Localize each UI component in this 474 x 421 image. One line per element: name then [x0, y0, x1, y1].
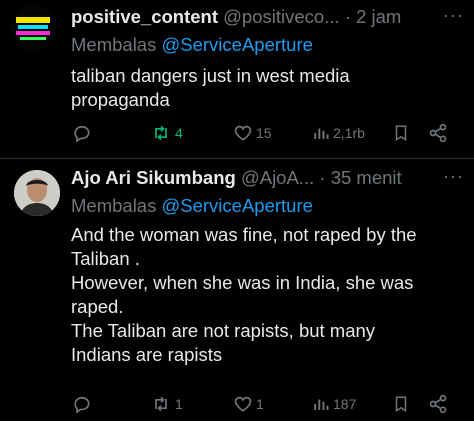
views-button[interactable]: 187: [312, 392, 356, 416]
handle[interactable]: @positiveco...: [223, 6, 339, 27]
views-button[interactable]: 2,1rb: [312, 121, 365, 145]
like-icon: [233, 123, 253, 143]
reply-context: Membalas @ServiceAperture: [71, 34, 313, 56]
tweet-text: And the woman was fine, not raped by the…: [71, 224, 417, 365]
avatar[interactable]: [10, 5, 56, 51]
retweet-count: 4: [175, 125, 183, 141]
retweet-icon: [150, 123, 172, 143]
tweet-actions: 1 1 187: [0, 392, 474, 416]
reply-button[interactable]: [72, 121, 92, 145]
like-button[interactable]: 1: [233, 392, 264, 416]
retweet-icon: [150, 394, 172, 414]
display-name[interactable]: positive_content: [71, 6, 218, 27]
like-count: 1: [256, 396, 264, 412]
tweet-text: taliban dangers just in west media propa…: [71, 65, 350, 110]
like-count: 15: [256, 125, 272, 141]
timestamp[interactable]: 35 menit: [331, 167, 402, 188]
reply-button[interactable]: [72, 392, 92, 416]
reply-prefix: Membalas: [71, 34, 162, 55]
more-icon[interactable]: ···: [443, 5, 464, 26]
reply-mention[interactable]: @ServiceAperture: [161, 34, 312, 55]
tweet-divider: [0, 158, 474, 159]
retweet-button[interactable]: 1: [150, 392, 183, 416]
timestamp[interactable]: 2 jam: [356, 6, 401, 27]
views-count: 187: [333, 396, 357, 412]
reply-prefix: Membalas: [71, 195, 162, 216]
share-button[interactable]: [428, 121, 448, 145]
separator: ·: [344, 6, 351, 27]
views-icon: [312, 123, 330, 143]
retweet-button[interactable]: 4: [150, 121, 183, 145]
share-button[interactable]: [428, 392, 448, 416]
like-button[interactable]: 15: [233, 121, 272, 145]
reply-icon: [72, 394, 92, 414]
handle[interactable]: @AjoA...: [241, 167, 314, 188]
bookmark-icon: [392, 394, 410, 414]
avatar[interactable]: [14, 170, 60, 216]
retweet-count: 1: [175, 396, 183, 412]
tweet[interactable]: Ajo Ari Sikumbang @AjoA... · 35 menit ··…: [0, 160, 474, 421]
bookmark-button[interactable]: [392, 392, 410, 416]
more-icon[interactable]: ···: [443, 166, 464, 187]
reply-context: Membalas @ServiceAperture: [71, 195, 313, 217]
tweet-actions: 4 15 2,1rb: [0, 121, 474, 145]
tweet-header: Ajo Ari Sikumbang @AjoA... · 35 menit: [71, 167, 402, 189]
like-icon: [233, 394, 253, 414]
reply-mention[interactable]: @ServiceAperture: [161, 195, 312, 216]
bookmark-button[interactable]: [392, 121, 410, 145]
views-icon: [312, 394, 330, 414]
share-icon: [428, 123, 448, 143]
bookmark-icon: [392, 123, 410, 143]
reply-icon: [72, 123, 92, 143]
share-icon: [428, 394, 448, 414]
display-name[interactable]: Ajo Ari Sikumbang: [71, 167, 236, 188]
views-count: 2,1rb: [333, 125, 365, 141]
tweet-header: positive_content @positiveco... · 2 jam: [71, 6, 401, 28]
tweet[interactable]: positive_content @positiveco... · 2 jam …: [0, 0, 474, 158]
separator: ·: [319, 167, 326, 188]
